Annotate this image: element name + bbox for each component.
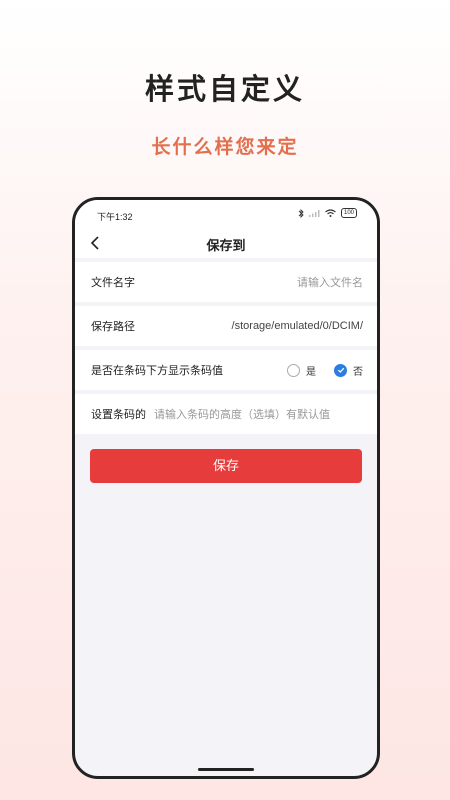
save-button[interactable]: 保存 (90, 449, 362, 483)
show-value-radio-group: 是 否 (287, 363, 363, 378)
battery-icon: 100 (340, 208, 357, 218)
home-indicator[interactable] (198, 768, 254, 771)
file-name-row: 文件名字 请输入文件名 (75, 262, 377, 302)
save-path-row[interactable]: 保存路径 /storage/emulated/0/DCIM/ (75, 306, 377, 346)
show-value-label: 是否在条码下方显示条码值 (91, 365, 223, 377)
file-name-input[interactable]: 请输入文件名 (297, 274, 363, 290)
signal-icon (308, 210, 320, 217)
wifi-icon (325, 209, 336, 217)
promo-subtitle: 长什么样您来定 (151, 137, 299, 158)
status-time: 下午1:32 (97, 212, 133, 222)
radio-yes-label[interactable]: 是 (306, 363, 316, 378)
radio-yes[interactable] (287, 363, 300, 377)
check-icon (337, 367, 344, 373)
status-bar: 下午1:32 100 (75, 200, 377, 228)
barcode-height-label: 设置条码的 (91, 409, 146, 421)
save-path-value[interactable]: /storage/emulated/0/DCIM/ (232, 320, 363, 332)
page-title: 保存到 (206, 238, 246, 253)
bluetooth-icon (298, 208, 304, 218)
barcode-height-row: 设置条码的 请输入条码的高度（选填）有默认值 (75, 394, 377, 434)
file-name-label: 文件名字 (91, 277, 135, 289)
nav-bar: 保存到 (75, 228, 377, 258)
radio-no-label[interactable]: 否 (353, 363, 363, 378)
radio-no[interactable] (334, 363, 347, 377)
phone-mockup: 下午1:32 100 保存到 文件名字 请输入文件名 保存路径 /storage… (72, 197, 380, 779)
promo-title: 样式自定义 (144, 74, 305, 106)
status-icons: 100 (298, 208, 357, 218)
barcode-height-input[interactable]: 请输入条码的高度（选填）有默认值 (154, 406, 330, 422)
save-path-label: 保存路径 (91, 321, 135, 333)
show-value-row: 是否在条码下方显示条码值 是 否 (75, 350, 377, 390)
